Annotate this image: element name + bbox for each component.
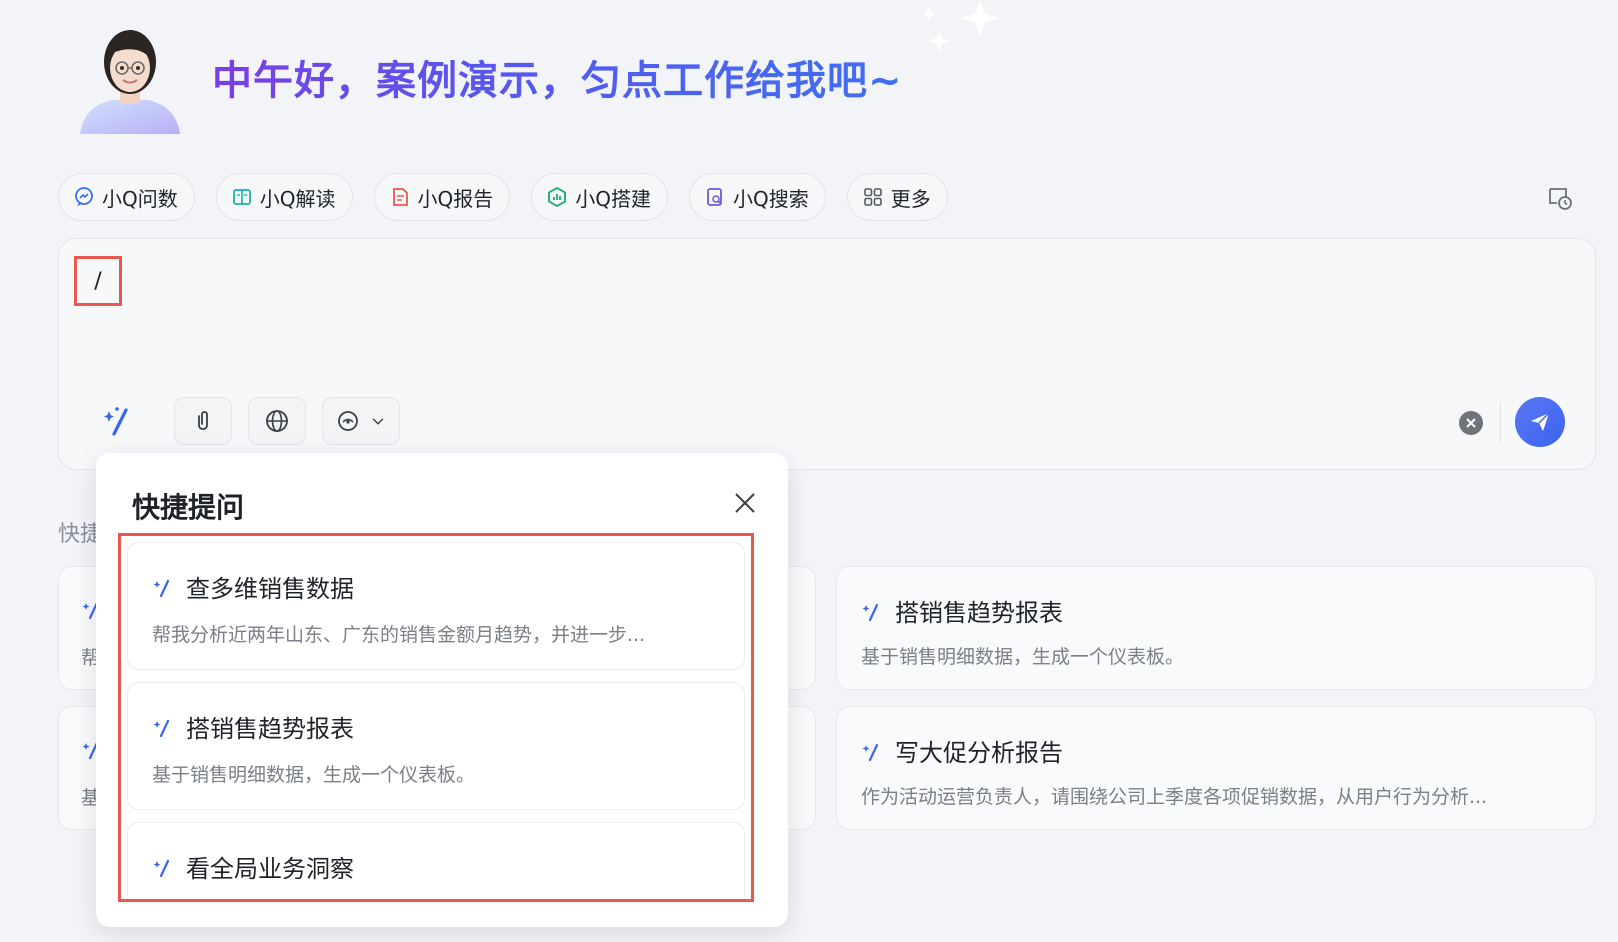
popup-question-item[interactable]: 查多维销售数据 帮我分析近两年山东、广东的销售金额月趋势，并进一步...: [127, 542, 745, 670]
sparkle-decoration-icon: [925, 0, 999, 52]
tool-chip-report[interactable]: 小Q报告: [373, 173, 511, 221]
chevron-down-icon: [372, 418, 384, 425]
prompt-input-text[interactable]: /: [74, 256, 122, 306]
doc-search-icon: [707, 188, 722, 206]
popup-title: 快捷提问: [132, 491, 245, 524]
popup-question-list: 查多维销售数据 帮我分析近两年山东、广东的销售金额月趋势，并进一步... 搭销售…: [118, 533, 754, 902]
tool-chip-label: 更多: [890, 186, 931, 211]
model-select-button[interactable]: [322, 397, 400, 445]
tool-chip-label: 小Q问数: [102, 186, 178, 211]
popup-item-desc: 基于销售明细数据，生成一个仪表板。: [152, 764, 476, 786]
tool-chip-interpret[interactable]: 小Q解读: [215, 173, 353, 221]
tool-chip-label: 小Q解读: [259, 186, 336, 211]
quick-card-desc: 作为活动运营负责人，请围绕公司上季度各项促销数据，从用户行为分析...: [861, 786, 1488, 808]
close-icon[interactable]: [733, 491, 757, 515]
toolbar-divider: [1500, 402, 1501, 442]
tool-chip-ask-data[interactable]: 小Q问数: [58, 173, 195, 221]
greeting-title: 中午好，案例演示，匀点工作给我吧~: [212, 48, 903, 106]
attach-button[interactable]: [174, 397, 232, 445]
report-icon: [392, 188, 408, 206]
quick-card[interactable]: 写大促分析报告 作为活动运营负责人，请围绕公司上季度各项促销数据，从用户行为分析…: [836, 706, 1596, 830]
assistant-avatar: [80, 30, 180, 134]
tool-chip-search[interactable]: 小Q搜索: [689, 173, 826, 221]
book-icon: [232, 189, 251, 205]
tool-chip-label: 小Q搭建: [575, 186, 651, 211]
magic-wand-icon[interactable]: [100, 400, 140, 440]
tool-chip-more[interactable]: 更多: [846, 173, 948, 221]
paperclip-icon: [198, 411, 208, 430]
assistant-tool-bar: 小Q问数 小Q解读 小Q报告 小Q搭建 小Q搜索 更多: [58, 173, 948, 221]
quick-card-title: 搭销售趋势报表: [895, 599, 1063, 627]
popup-question-item[interactable]: 搭销售趋势报表 基于销售明细数据，生成一个仪表板。: [127, 682, 745, 810]
popup-item-title: 搭销售趋势报表: [186, 715, 354, 743]
clear-input-icon[interactable]: [1458, 410, 1484, 436]
magic-wand-icon: [152, 715, 176, 739]
dashboard-icon: [548, 186, 567, 208]
globe-icon: [266, 410, 288, 432]
popup-item-title: 看全局业务洞察: [186, 855, 354, 883]
chat-data-icon: [75, 187, 93, 206]
grid-icon: [863, 188, 882, 206]
popup-question-item[interactable]: 看全局业务洞察: [127, 822, 745, 899]
web-search-button[interactable]: [248, 397, 306, 445]
chat-history-icon[interactable]: [1545, 183, 1575, 213]
tool-chip-label: 小Q搜索: [733, 186, 809, 211]
tool-chip-label: 小Q报告: [417, 186, 494, 211]
magic-wand-icon: [861, 599, 885, 623]
magic-wand-icon: [861, 739, 885, 763]
tool-chip-build[interactable]: 小Q搭建: [531, 173, 668, 221]
quick-card-desc: 基于销售明细数据，生成一个仪表板。: [861, 646, 1185, 668]
magic-wand-icon: [152, 575, 176, 599]
quick-card[interactable]: 搭销售趋势报表 基于销售明细数据，生成一个仪表板。: [836, 566, 1596, 690]
magic-wand-icon: [152, 855, 176, 879]
send-icon: [1531, 412, 1550, 431]
model-icon: [338, 411, 358, 431]
popup-item-title: 查多维销售数据: [186, 575, 354, 603]
popup-item-desc: 帮我分析近两年山东、广东的销售金额月趋势，并进一步...: [152, 624, 646, 646]
quick-card-title: 写大促分析报告: [895, 739, 1063, 767]
send-button[interactable]: [1515, 397, 1565, 447]
